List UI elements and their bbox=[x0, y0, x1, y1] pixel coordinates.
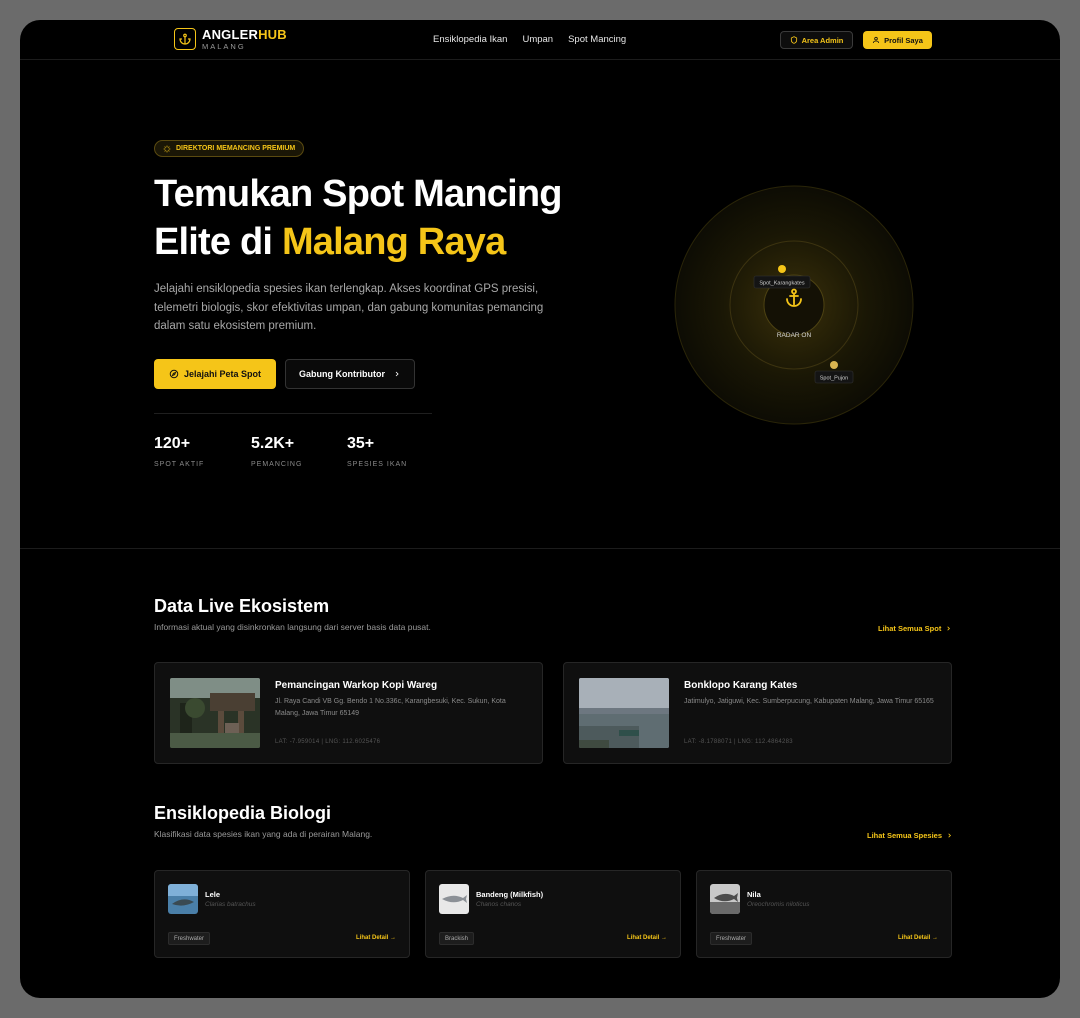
stat-anglers-label: PEMANCING bbox=[251, 461, 303, 468]
hero-title: Temukan Spot Mancing Elite di Malang Ray… bbox=[154, 170, 562, 266]
fish-detail-link[interactable]: Lihat Detail → bbox=[898, 935, 938, 941]
hero-title-accent: Malang Raya bbox=[281, 221, 506, 263]
fish-thumbnail bbox=[710, 884, 740, 914]
hero-title-line2: Elite di bbox=[154, 221, 282, 263]
view-all-spots-link[interactable]: Lihat Semua Spot bbox=[878, 624, 952, 633]
hero-title-line1: Temukan Spot Mancing bbox=[154, 173, 562, 215]
spot-coordinates: LAT: -8.1788071 | LNG: 112.4864283 bbox=[684, 739, 793, 745]
shield-icon bbox=[790, 36, 797, 44]
stat-species-value: 35+ bbox=[347, 435, 375, 452]
spot-card[interactable]: Bonklopo Karang Kates Jatimulyo, Jatiguw… bbox=[563, 662, 952, 764]
radar-point-karangkates[interactable] bbox=[778, 265, 786, 273]
spot-name: Pemancingan Warkop Kopi Wareg bbox=[275, 680, 438, 691]
spot-coordinates: LAT: -7.959014 | LNG: 112.6025476 bbox=[275, 739, 381, 745]
live-section-title: Data Live Ekosistem bbox=[154, 596, 330, 616]
nav-link-umpan[interactable]: Umpan bbox=[522, 34, 553, 45]
fish-name: Nila bbox=[747, 890, 761, 899]
stat-anglers-value: 5.2K+ bbox=[251, 435, 295, 452]
chevron-right-icon bbox=[947, 626, 951, 631]
stat-spot: 120+ SPOT AKTIF bbox=[154, 435, 204, 468]
radar-point-pujon[interactable] bbox=[830, 361, 838, 369]
chevron-right-icon bbox=[948, 833, 952, 838]
admin-area-label: Area Admin bbox=[801, 35, 844, 45]
radar-point-label-karangkates: Spot_Karangkates bbox=[759, 281, 805, 287]
compass-icon bbox=[169, 369, 179, 379]
spot-photo bbox=[170, 678, 260, 748]
stat-anglers: 5.2K+ PEMANCING bbox=[251, 435, 302, 468]
view-all-species-link[interactable]: Lihat Semua Spesies bbox=[867, 831, 953, 840]
live-section-subtitle: Informasi aktual yang disinkronkan langs… bbox=[154, 622, 431, 632]
spot-address: Jatimulyo, Jatiguwi, Kec. Sumberpucung, … bbox=[684, 698, 934, 705]
logo[interactable]: ANGLERHUB MALANG bbox=[174, 28, 287, 51]
join-contributor-label: Gabung Kontributor bbox=[299, 369, 385, 379]
habitat-tag: Freshwater bbox=[168, 932, 211, 945]
logo-title-accent: HUB bbox=[258, 27, 287, 42]
nav-link-spot[interactable]: Spot Mancing bbox=[568, 34, 626, 45]
fish-card[interactable]: Nila Oreochromis niloticus Freshwater Li… bbox=[696, 870, 952, 958]
app-frame: ANGLERHUB MALANG Ensiklopedia Ikan Umpan… bbox=[20, 20, 1060, 998]
hero-divider bbox=[154, 413, 432, 414]
spot-photo bbox=[579, 678, 669, 748]
user-icon bbox=[873, 36, 880, 44]
spot-name: Bonklopo Karang Kates bbox=[684, 680, 798, 691]
section-divider bbox=[20, 548, 1060, 549]
hero-badge-text: DIREKTORI MEMANCING PREMIUM bbox=[176, 145, 296, 152]
fish-detail-link[interactable]: Lihat Detail → bbox=[356, 935, 396, 941]
fish-thumbnail bbox=[168, 884, 198, 914]
encyclopedia-section-title: Ensiklopedia Biologi bbox=[154, 803, 332, 823]
fish-name: Bandeng (Milkfish) bbox=[476, 890, 544, 899]
navbar: ANGLERHUB MALANG Ensiklopedia Ikan Umpan… bbox=[20, 20, 1060, 60]
hero-badge: DIREKTORI MEMANCING PREMIUM bbox=[154, 140, 305, 157]
spot-address: Jl. Raya Candi VB Gg. Bendo 1 No.336c, K… bbox=[275, 698, 506, 717]
fish-card[interactable]: Bandeng (Milkfish) Chanos chanos Brackis… bbox=[425, 870, 681, 958]
radar-widget[interactable]: RADAR ON Spot_Karangkates Spot_Pujon bbox=[674, 185, 914, 425]
logo-subtitle: MALANG bbox=[202, 42, 246, 51]
radar-point-label-pujon: Spot_Pujon bbox=[820, 376, 848, 382]
habitat-tag: Freshwater bbox=[710, 932, 753, 945]
fish-scientific-name: Oreochromis niloticus bbox=[747, 901, 810, 908]
stat-species: 35+ SPESIES IKAN bbox=[347, 435, 407, 468]
admin-area-button[interactable]: Area Admin bbox=[780, 31, 853, 49]
fish-scientific-name: Clarias batrachus bbox=[205, 901, 256, 908]
view-all-species-label: Lihat Semua Spesies bbox=[867, 831, 943, 840]
anchor-icon bbox=[174, 28, 196, 51]
logo-title: ANGLER bbox=[202, 27, 259, 42]
sparkle-icon bbox=[163, 145, 171, 152]
nav-link-ensiklopedia[interactable]: Ensiklopedia Ikan bbox=[433, 34, 507, 45]
profile-label: Profil Saya bbox=[884, 35, 923, 45]
explore-map-label: Jelajahi Peta Spot bbox=[183, 369, 262, 379]
stat-spot-label: SPOT AKTIF bbox=[154, 461, 205, 468]
nav-links: Ensiklopedia Ikan Umpan Spot Mancing bbox=[433, 34, 626, 45]
chevron-right-icon bbox=[395, 371, 399, 377]
fish-scientific-name: Chanos chanos bbox=[476, 901, 522, 908]
join-contributor-button[interactable]: Gabung Kontributor bbox=[285, 359, 415, 389]
fish-thumbnail bbox=[439, 884, 469, 914]
fish-detail-link[interactable]: Lihat Detail → bbox=[627, 935, 667, 941]
radar-center-label: RADAR ON bbox=[777, 332, 812, 339]
explore-map-button[interactable]: Jelajahi Peta Spot bbox=[154, 359, 276, 389]
stat-species-label: SPESIES IKAN bbox=[347, 461, 408, 468]
habitat-tag: Brackish bbox=[439, 932, 475, 945]
fish-name: Lele bbox=[205, 890, 221, 899]
hero-description: Jelajahi ensiklopedia spesies ikan terle… bbox=[154, 283, 544, 332]
encyclopedia-section-subtitle: Klasifikasi data spesies ikan yang ada d… bbox=[154, 829, 373, 839]
fish-card[interactable]: Lele Clarias batrachus Freshwater Lihat … bbox=[154, 870, 410, 958]
profile-button[interactable]: Profil Saya bbox=[863, 31, 932, 49]
spot-card[interactable]: Pemancingan Warkop Kopi Wareg Jl. Raya C… bbox=[154, 662, 543, 764]
stat-spot-value: 120+ bbox=[154, 435, 191, 452]
view-all-spots-label: Lihat Semua Spot bbox=[878, 624, 942, 633]
